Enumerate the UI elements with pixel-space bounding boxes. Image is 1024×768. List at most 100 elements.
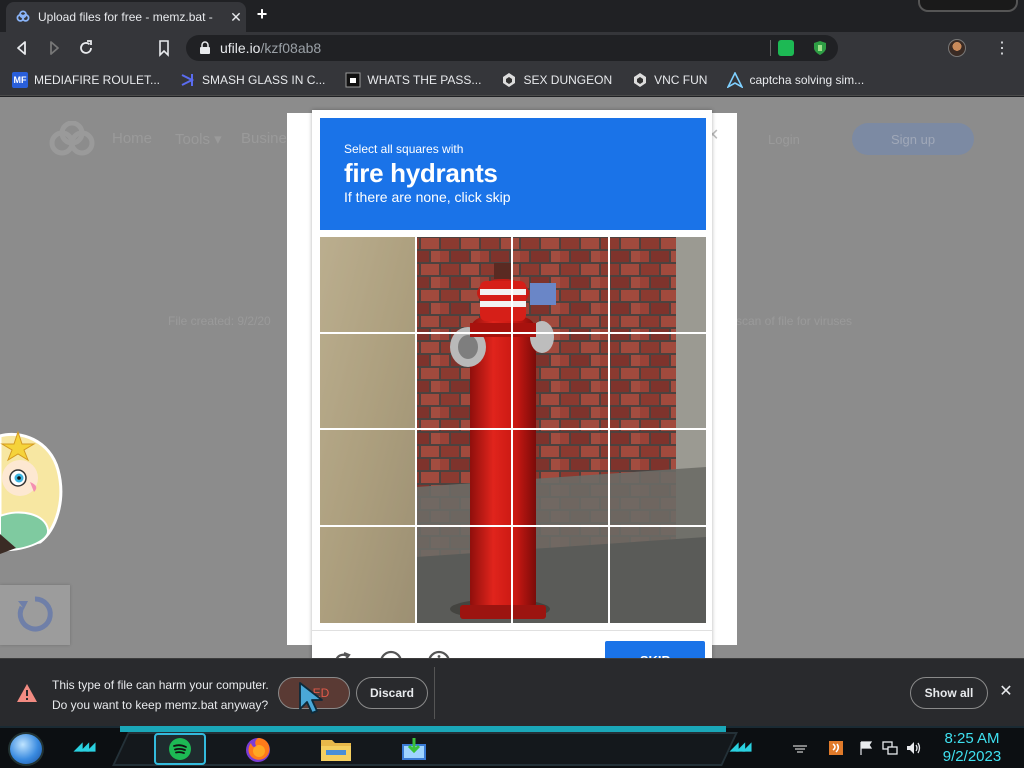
- captcha-tile[interactable]: [320, 237, 417, 334]
- captcha-tile[interactable]: [416, 333, 513, 430]
- captcha-dialog: Select all squares with fire hydrants If…: [312, 110, 712, 681]
- volume-icon[interactable]: [906, 740, 922, 756]
- bookmark-item[interactable]: captcha solving sim...: [727, 71, 865, 88]
- captcha-tile[interactable]: [417, 526, 513, 623]
- bookmark-item[interactable]: SMASH GLASS IN C...: [180, 72, 325, 88]
- folder-icon: [321, 740, 351, 761]
- bookmark-label: VNC FUN: [654, 72, 708, 87]
- network-stack-icon[interactable]: [792, 740, 808, 756]
- bookmark-label: captcha solving sim...: [749, 72, 865, 87]
- address-bar[interactable]: ufile.io/kzf08ab8: [186, 35, 838, 61]
- ufile-logo-icon: [49, 121, 95, 156]
- captcha-tile[interactable]: [320, 430, 417, 527]
- warning-line-1: This type of file can harm your computer…: [52, 678, 269, 692]
- bookmark-label: MEDIAFIRE ROULET...: [34, 72, 161, 87]
- nav-tools[interactable]: Tools ▾: [175, 130, 222, 148]
- captcha-tile[interactable]: [513, 526, 610, 623]
- captcha-tile[interactable]: [416, 430, 513, 527]
- file-created-text: File created: 9/2/20: [168, 314, 271, 328]
- warning-line-2: Do you want to keep memz.bat anyway?: [52, 698, 269, 712]
- start-button[interactable]: [8, 732, 44, 766]
- captcha-header: Select all squares with fire hydrants If…: [320, 118, 706, 230]
- discard-button[interactable]: Discard: [356, 677, 428, 709]
- unity-icon: [503, 72, 516, 87]
- captcha-image-grid: [320, 237, 706, 623]
- system-clock[interactable]: 8:25 AM 9/2/2023: [930, 730, 1014, 766]
- nav-business[interactable]: Busine: [241, 130, 287, 147]
- captcha-tile[interactable]: [416, 237, 513, 334]
- bookmark-label: SMASH GLASS IN C...: [202, 72, 326, 87]
- mouse-cursor-icon: [299, 682, 323, 714]
- virus-scan-text: scan of file for viruses: [736, 314, 853, 328]
- captcha-tile[interactable]: [320, 526, 417, 623]
- tab-close-icon[interactable]: ✕: [226, 9, 246, 26]
- bookmark-item[interactable]: SEX DUNGEON: [501, 72, 612, 88]
- captcha-tile[interactable]: [513, 430, 610, 527]
- show-all-button[interactable]: Show all: [910, 677, 988, 709]
- bookmark-label: WHATS THE PASS...: [367, 72, 482, 87]
- bookmark-item[interactable]: WHATS THE PASS...: [345, 72, 481, 88]
- spotify-extension-icon[interactable]: [778, 40, 794, 56]
- download-warning-bar: This type of file can harm your computer…: [0, 658, 1024, 726]
- captcha-tile[interactable]: [320, 333, 417, 430]
- profile-avatar[interactable]: [948, 39, 966, 57]
- download-bar-divider: [434, 667, 435, 719]
- url-path: /kzf08ab8: [260, 40, 322, 56]
- recaptcha-icon: [17, 596, 53, 632]
- vs-icon: [181, 73, 195, 86]
- bookmark-star-icon[interactable]: [154, 38, 174, 58]
- java-tray-icon[interactable]: [828, 740, 844, 756]
- unity-icon: [634, 72, 647, 87]
- taskbar-installer[interactable]: [388, 733, 440, 765]
- captcha-tile[interactable]: [609, 334, 706, 430]
- download-bar-close-icon[interactable]: ✕: [996, 681, 1016, 701]
- clock-date: 9/2/2023: [942, 748, 1002, 765]
- captcha-tile[interactable]: [513, 237, 610, 334]
- reload-icon[interactable]: [76, 38, 96, 58]
- spotify-icon: [169, 738, 191, 760]
- clock-time: 8:25 AM: [944, 730, 1000, 747]
- taskbar-file-explorer[interactable]: [310, 733, 362, 765]
- taskbar-firefox[interactable]: [232, 733, 284, 765]
- window-frame-decoration: [918, 0, 1018, 12]
- back-icon[interactable]: [12, 38, 32, 58]
- bookmark-label: SEX DUNGEON: [523, 72, 613, 87]
- bookmark-item[interactable]: MF MEDIAFIRE ROULET...: [12, 71, 161, 88]
- forward-icon[interactable]: [44, 38, 64, 58]
- flag-icon[interactable]: [858, 740, 874, 756]
- network-icon[interactable]: [882, 740, 898, 756]
- omnibox-divider: [770, 40, 771, 56]
- browser-menu-icon[interactable]: ⋮: [992, 38, 1012, 58]
- chevrons-left-icon: ◢◢◢: [74, 741, 95, 753]
- recaptcha-badge[interactable]: [0, 585, 70, 645]
- nav-login[interactable]: Login: [768, 132, 800, 147]
- bookmark-item[interactable]: VNC FUN: [632, 72, 707, 88]
- signup-button[interactable]: Sign up: [852, 123, 974, 155]
- bookmarks-bar: MF MEDIAFIRE ROULET... SMASH GLASS IN C.…: [0, 64, 1024, 96]
- cartoon-sticker-icon: [0, 430, 63, 554]
- taskbar: ◢◢◢ ◢◢◢ 8:25 AM 9/2/2023: [0, 726, 1024, 768]
- captcha-tile[interactable]: [610, 527, 707, 624]
- taskbar-spotify[interactable]: [154, 733, 206, 765]
- shield-extension-icon[interactable]: [812, 40, 828, 56]
- firefox-icon: [246, 738, 270, 762]
- browser-toolbar: ufile.io/kzf08ab8 ⋮: [0, 32, 1024, 64]
- captcha-subtitle: If there are none, click skip: [344, 189, 511, 205]
- lock-icon: [200, 41, 210, 54]
- browser-tab[interactable]: Upload files for free - memz.bat - ✕: [6, 2, 246, 32]
- nav-home[interactable]: Home: [112, 130, 152, 147]
- tab-title: Upload files for free - memz.bat -: [38, 10, 213, 24]
- captcha-tile[interactable]: [609, 430, 706, 527]
- captcha-tile-grid: [320, 237, 706, 623]
- arch-icon: [727, 71, 744, 88]
- ufile-favicon-icon: [16, 10, 30, 22]
- captcha-instruction: Select all squares with: [344, 142, 464, 156]
- installer-icon: [402, 738, 426, 760]
- captcha-tile[interactable]: [513, 333, 610, 430]
- new-tab-button[interactable]: +: [252, 5, 272, 25]
- warning-icon: [17, 684, 37, 702]
- chevrons-right-icon: ◢◢◢: [730, 741, 751, 753]
- download-warning-text: This type of file can harm your computer…: [52, 675, 269, 715]
- mediafire-icon: MF: [12, 71, 28, 88]
- captcha-tile[interactable]: [609, 237, 706, 334]
